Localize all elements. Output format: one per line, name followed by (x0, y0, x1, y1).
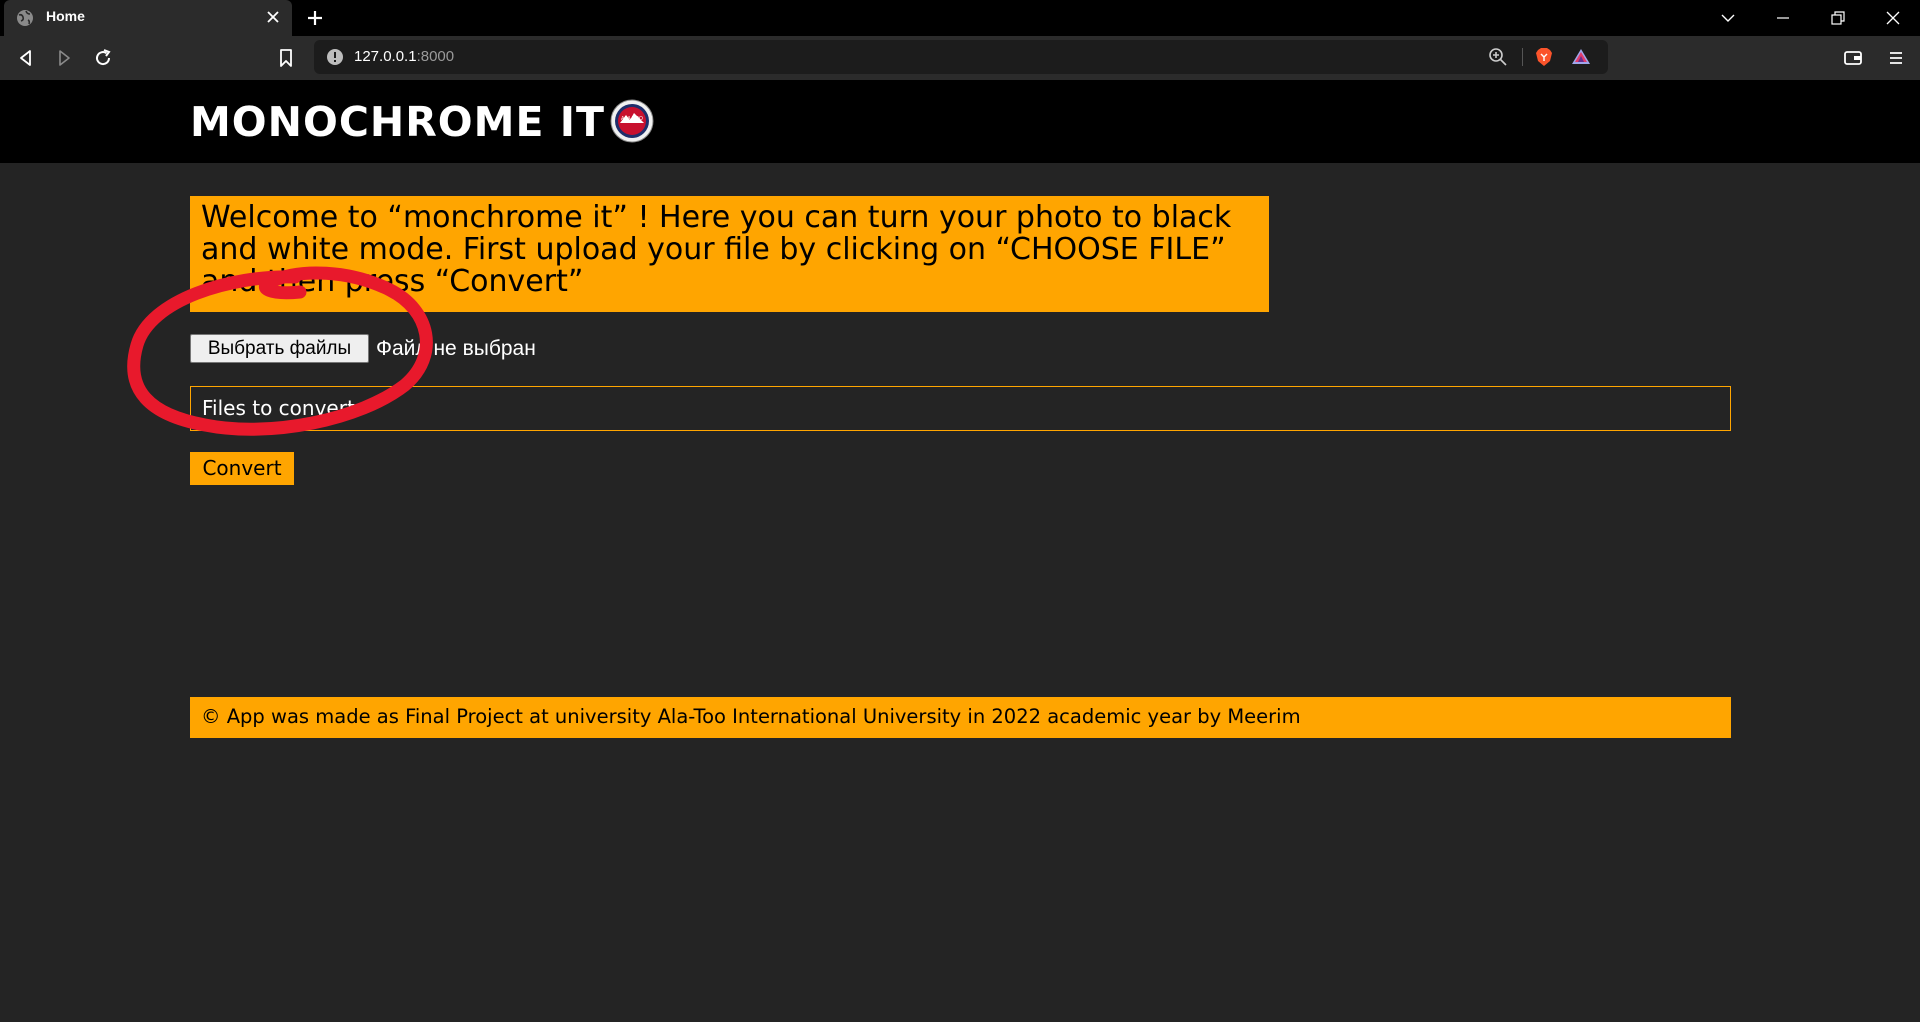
bookmark-icon[interactable] (274, 46, 298, 70)
logo-text: ALA-TOO (621, 116, 643, 122)
university-logo: ALA-TOO (610, 99, 654, 143)
browser-toolbar: 127.0.0.1:8000 (0, 36, 1920, 80)
convert-button[interactable]: Convert (190, 452, 294, 485)
brave-shield-icon[interactable] (1533, 46, 1555, 68)
footer: © App was made as Final Project at unive… (190, 697, 1731, 738)
brave-rewards-icon[interactable] (1570, 46, 1592, 68)
forward-icon[interactable] (52, 46, 76, 70)
zoom-icon[interactable] (1487, 46, 1509, 68)
site-header: MONOCHROME IT ALA-TOO (0, 80, 1920, 163)
welcome-banner: Welcome to “monchrome it” ! Here you can… (190, 196, 1269, 312)
chevron-down-icon[interactable] (1716, 6, 1740, 30)
reload-icon[interactable] (91, 46, 115, 70)
browser-tab[interactable]: Home (4, 0, 292, 36)
site-title: MONOCHROME IT (190, 98, 605, 146)
files-to-convert-box: Files to convert (190, 386, 1731, 431)
choose-file-button[interactable]: Выбрать файлы (190, 334, 369, 363)
info-icon[interactable] (324, 46, 346, 68)
divider (1522, 48, 1523, 66)
file-status-text: Файл не выбран (376, 337, 536, 360)
back-icon[interactable] (14, 46, 38, 70)
window-close-icon[interactable] (1881, 6, 1905, 30)
tab-title: Home (46, 8, 85, 24)
wallet-icon[interactable] (1841, 46, 1865, 70)
minimize-icon[interactable] (1771, 6, 1795, 30)
plus-icon[interactable] (304, 7, 326, 29)
restore-icon[interactable] (1826, 6, 1850, 30)
address-bar[interactable]: 127.0.0.1:8000 (314, 40, 1608, 74)
browser-tab-bar: Home (0, 0, 1920, 36)
menu-icon[interactable] (1884, 46, 1908, 70)
close-icon[interactable] (264, 8, 282, 26)
url-text: 127.0.0.1:8000 (354, 48, 455, 65)
globe-icon (17, 10, 33, 26)
